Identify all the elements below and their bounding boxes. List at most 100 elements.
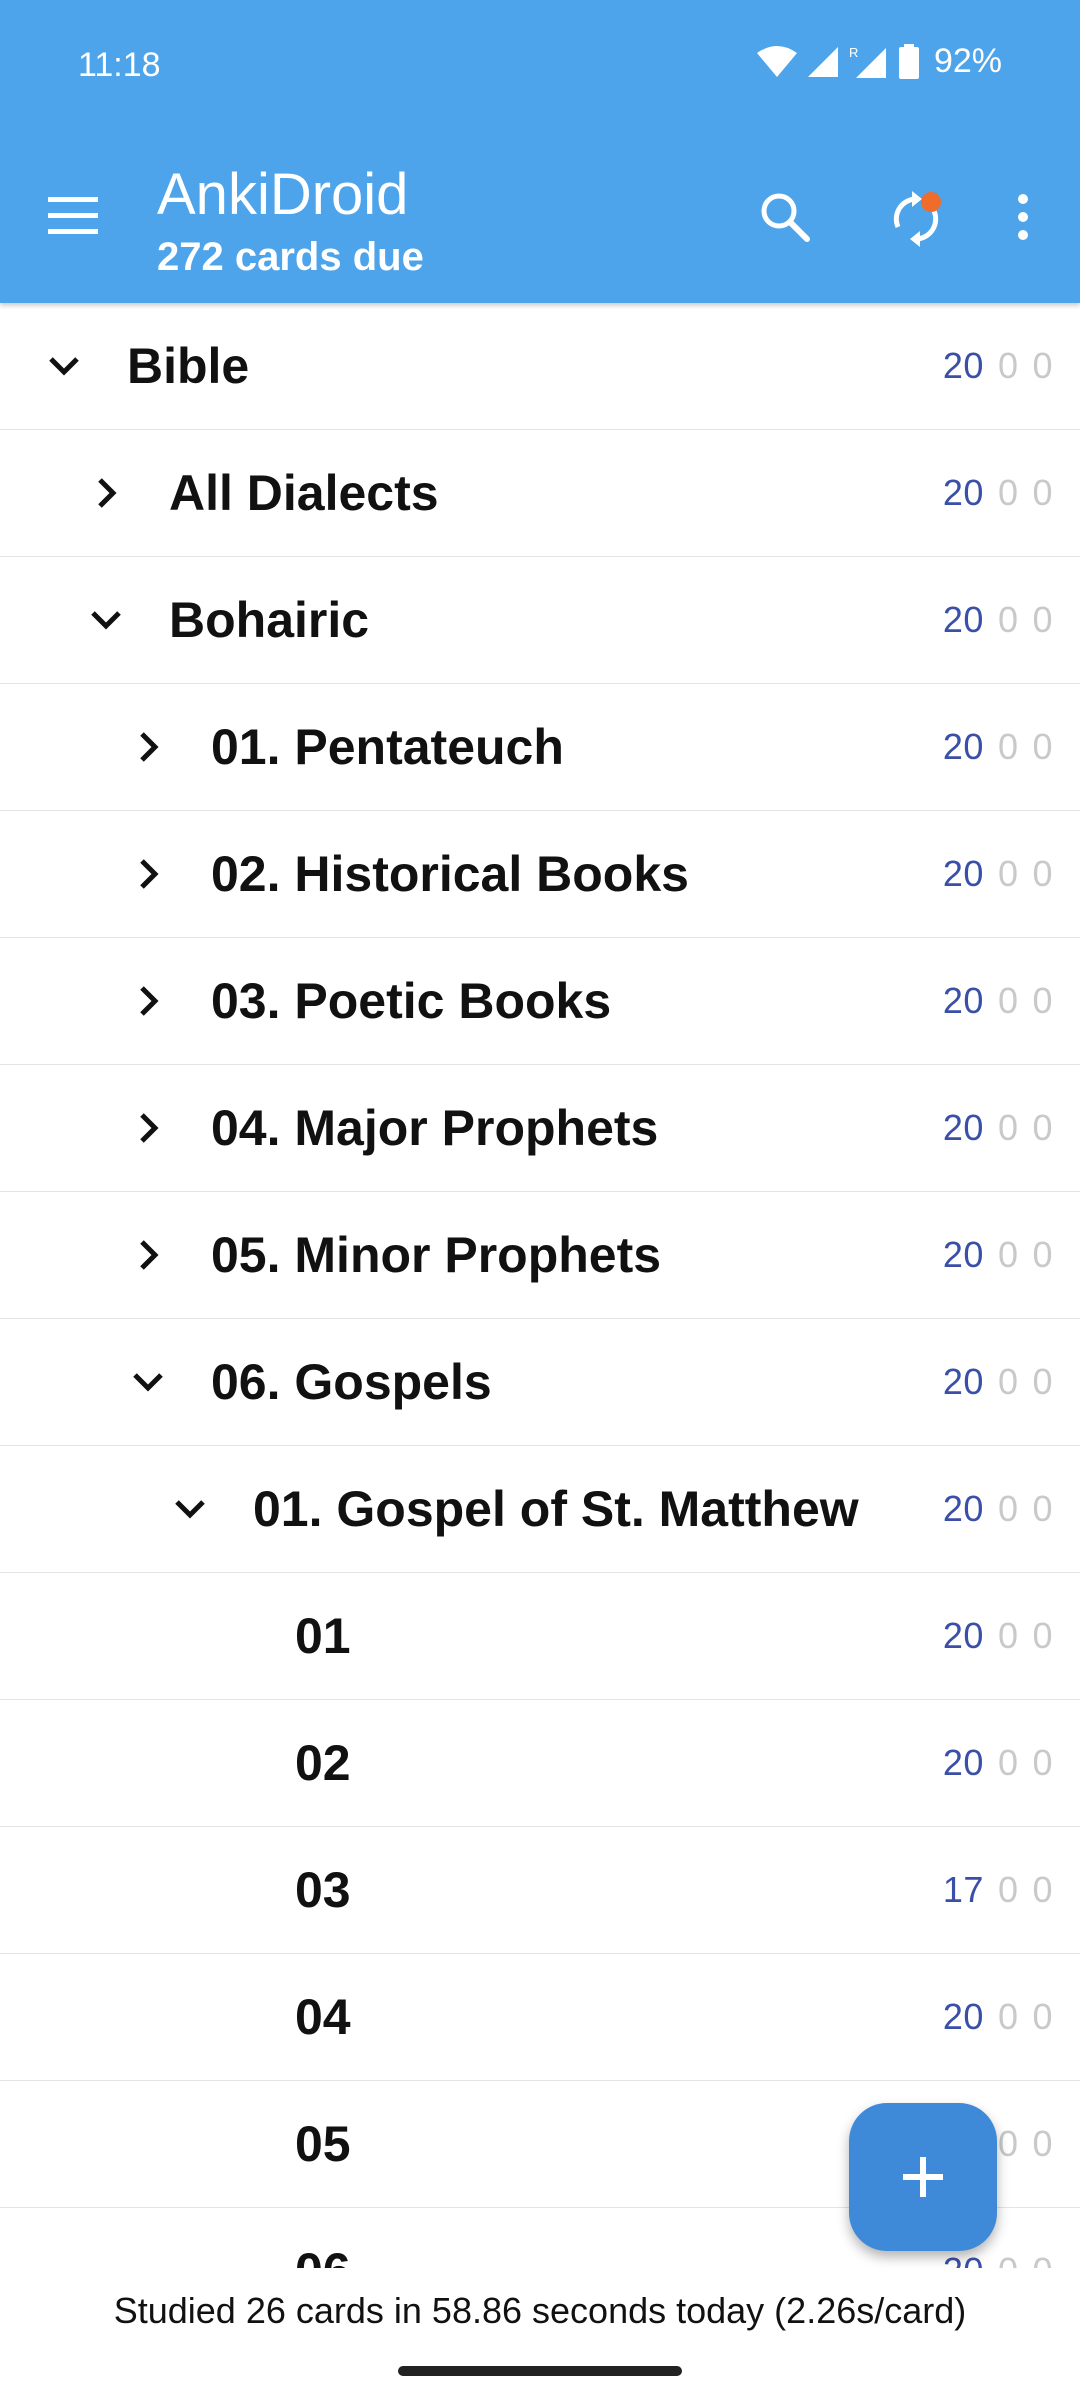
deck-row[interactable]: Bohairic 20 0 0: [0, 557, 1080, 684]
app-bar: AnkiDroid 272 cards due: [0, 135, 1080, 303]
learn-count: 0: [997, 980, 1019, 1021]
review-count: 0: [1032, 853, 1053, 894]
roaming-label: R: [849, 45, 858, 60]
search-icon[interactable]: [755, 187, 815, 247]
new-count: 20: [942, 1361, 984, 1402]
roaming-signal-icon: R: [849, 45, 886, 78]
add-fab-button[interactable]: [849, 2103, 997, 2251]
deck-counts: 2000: [943, 853, 1053, 895]
deck-row[interactable]: Bible 20 0 0: [0, 303, 1080, 430]
deck-row[interactable]: 01. Pentateuch 20 0 0: [0, 684, 1080, 811]
chevron-down-icon[interactable]: [41, 343, 87, 389]
study-stats-text: Studied 26 cards in 58.86 seconds today …: [113, 2290, 967, 2331]
chevron-right-icon[interactable]: [125, 724, 171, 770]
deck-name: 06: [295, 2242, 351, 2268]
battery-icon: [898, 43, 919, 79]
deck-name: 04: [295, 1989, 351, 2045]
deck-counts: 2000: [943, 1742, 1053, 1784]
deck-counts: 2000: [943, 980, 1053, 1022]
review-count: 0: [1032, 1107, 1053, 1148]
deck-counts: 2000: [943, 599, 1053, 641]
learn-count: 0: [997, 472, 1019, 513]
deck-row[interactable]: All Dialects 20 0 0: [0, 430, 1080, 557]
chevron-right-icon[interactable]: [83, 470, 129, 516]
deck-counts: 2000: [943, 1361, 1053, 1403]
chevron-right-icon[interactable]: [125, 1232, 171, 1278]
deck-counts: 2000: [943, 2250, 1053, 2268]
review-count: 0: [1032, 2123, 1053, 2164]
status-icons: R 92%: [756, 42, 1002, 81]
sync-icon[interactable]: [882, 185, 950, 253]
deck-name: 03: [295, 1862, 351, 1918]
new-count: 20: [942, 980, 984, 1021]
learn-count: 0: [997, 853, 1019, 894]
add-icon: [903, 2157, 943, 2197]
deck-counts: 2000: [943, 1615, 1053, 1657]
deck-counts: 2000: [943, 1234, 1053, 1276]
chevron-right-icon[interactable]: [125, 851, 171, 897]
deck-counts: 2000: [943, 1107, 1053, 1149]
review-count: 0: [1032, 1361, 1053, 1402]
deck-name: 05: [295, 2116, 351, 2172]
new-count: 20: [942, 1742, 984, 1783]
learn-count: 0: [997, 726, 1019, 767]
new-count: 20: [942, 1234, 984, 1275]
new-count: 20: [942, 345, 984, 386]
new-count: 20: [942, 726, 984, 767]
chevron-down-icon[interactable]: [125, 1359, 171, 1405]
learn-count: 0: [997, 1361, 1019, 1402]
review-count: 0: [1032, 2250, 1053, 2268]
review-count: 0: [1032, 1742, 1053, 1783]
menu-icon[interactable]: [44, 185, 104, 245]
new-count: 17: [942, 1869, 984, 1910]
chevron-right-icon[interactable]: [125, 1105, 171, 1151]
deck-row[interactable]: 02. Historical Books 20 0 0: [0, 811, 1080, 938]
new-count: 20: [942, 599, 984, 640]
deck-row[interactable]: 02 20 0 0: [0, 1700, 1080, 1827]
new-count: 20: [942, 1615, 984, 1656]
deck-counts: 2000: [943, 345, 1053, 387]
learn-count: 0: [997, 1615, 1019, 1656]
deck-row[interactable]: 03. Poetic Books 20 0 0: [0, 938, 1080, 1065]
deck-row[interactable]: 04. Major Prophets 20 0 0: [0, 1065, 1080, 1192]
new-count: 20: [942, 472, 984, 513]
learn-count: 0: [997, 1234, 1019, 1275]
chevron-right-icon[interactable]: [125, 978, 171, 1024]
learn-count: 0: [997, 1107, 1019, 1148]
deck-row[interactable]: 01 20 0 0: [0, 1573, 1080, 1700]
app-title: AnkiDroid: [157, 162, 409, 227]
review-count: 0: [1032, 1615, 1053, 1656]
review-count: 0: [1032, 1488, 1053, 1529]
review-count: 0: [1032, 1869, 1053, 1910]
deck-row[interactable]: 01. Gospel of St. Matthew 20 0 0: [0, 1446, 1080, 1573]
more-vert-icon[interactable]: [1000, 187, 1046, 247]
new-count: 20: [942, 853, 984, 894]
learn-count: 0: [997, 345, 1019, 386]
review-count: 0: [1032, 472, 1053, 513]
cards-due-subtitle: 272 cards due: [157, 235, 424, 279]
learn-count: 0: [997, 2123, 1019, 2164]
status-time: 11:18: [78, 46, 161, 84]
deck-row[interactable]: 04 20 0 0: [0, 1954, 1080, 2081]
deck-name: 01: [295, 1608, 351, 1664]
review-count: 0: [1032, 1996, 1053, 2037]
review-count: 0: [1032, 599, 1053, 640]
new-count: 20: [942, 1996, 984, 2037]
deck-counts: 2000: [943, 1488, 1053, 1530]
study-stats-footer: Studied 26 cards in 58.86 seconds today …: [0, 2268, 1080, 2400]
deck-row[interactable]: 05. Minor Prophets 20 0 0: [0, 1192, 1080, 1319]
review-count: 0: [1032, 345, 1053, 386]
new-count: 20: [942, 1107, 984, 1148]
deck-name: 01. Gospel of St. Matthew: [253, 1481, 859, 1537]
deck-name: All Dialects: [169, 465, 439, 521]
learn-count: 0: [997, 1488, 1019, 1529]
deck-counts: 2000: [943, 472, 1053, 514]
deck-list[interactable]: Bible 20 0 0 All Dialects 20 0 0 Bohairic 20 0 0 01.…: [0, 303, 1080, 2268]
chevron-down-icon[interactable]: [83, 597, 129, 643]
status-bar: 11:18 R 92%: [0, 0, 1080, 135]
deck-row[interactable]: 03 17 0 0: [0, 1827, 1080, 1954]
chevron-down-icon[interactable]: [167, 1486, 213, 1532]
deck-row[interactable]: 06. Gospels 20 0 0: [0, 1319, 1080, 1446]
new-count: 20: [943, 2250, 984, 2268]
home-indicator[interactable]: [398, 2366, 682, 2376]
